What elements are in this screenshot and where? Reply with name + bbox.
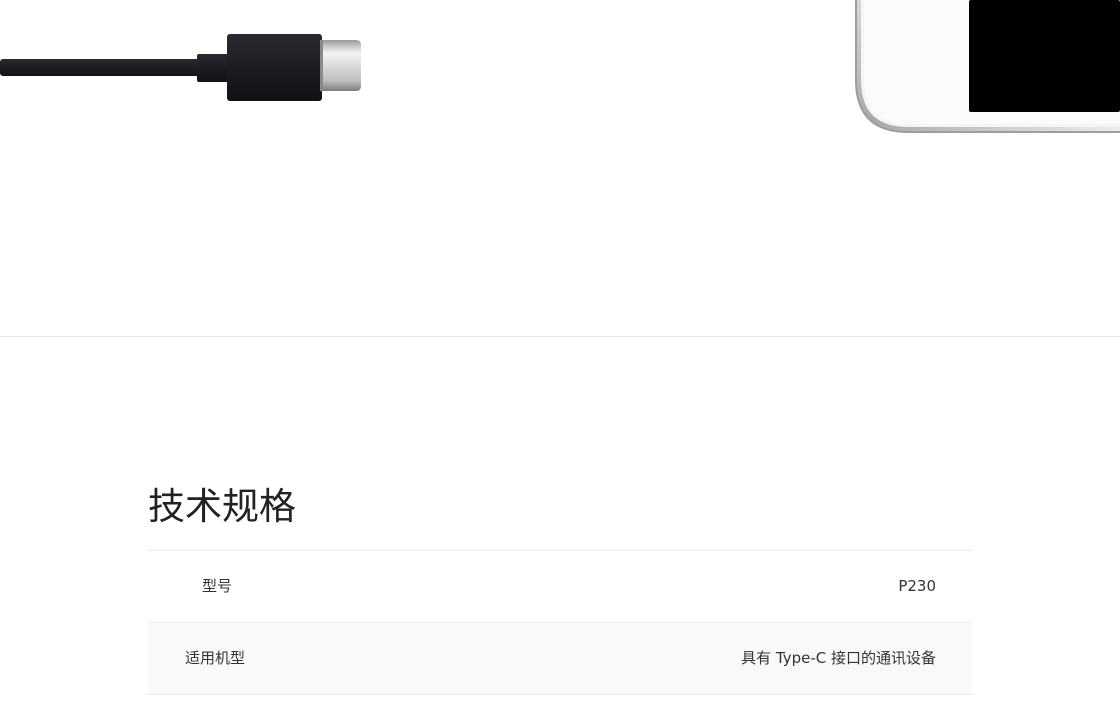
spec-value-compatible-devices: 具有 Type-C 接口的通讯设备 — [741, 649, 936, 667]
hero-illustration — [0, 0, 1120, 133]
usb-type-c-cable-icon — [0, 34, 361, 101]
spec-label-model: 型号 — [202, 577, 233, 595]
hero-image — [0, 0, 1120, 336]
spec-label-compatible-devices: 适用机型 — [185, 649, 246, 667]
section-divider — [0, 336, 1120, 337]
tech-specs-section: 技术规格 型号 P230 适用机型 具有 Type-C 接口的通讯设备 — [148, 470, 972, 695]
phone-corner-icon — [855, 0, 1120, 133]
spec-row-model: 型号 P230 — [148, 551, 972, 623]
spec-value-model: P230 — [898, 577, 936, 595]
tech-specs-title: 技术规格 — [148, 470, 972, 551]
spec-row-compatible-devices: 适用机型 具有 Type-C 接口的通讯设备 — [148, 623, 972, 695]
product-page: 技术规格 型号 P230 适用机型 具有 Type-C 接口的通讯设备 — [0, 0, 1120, 720]
